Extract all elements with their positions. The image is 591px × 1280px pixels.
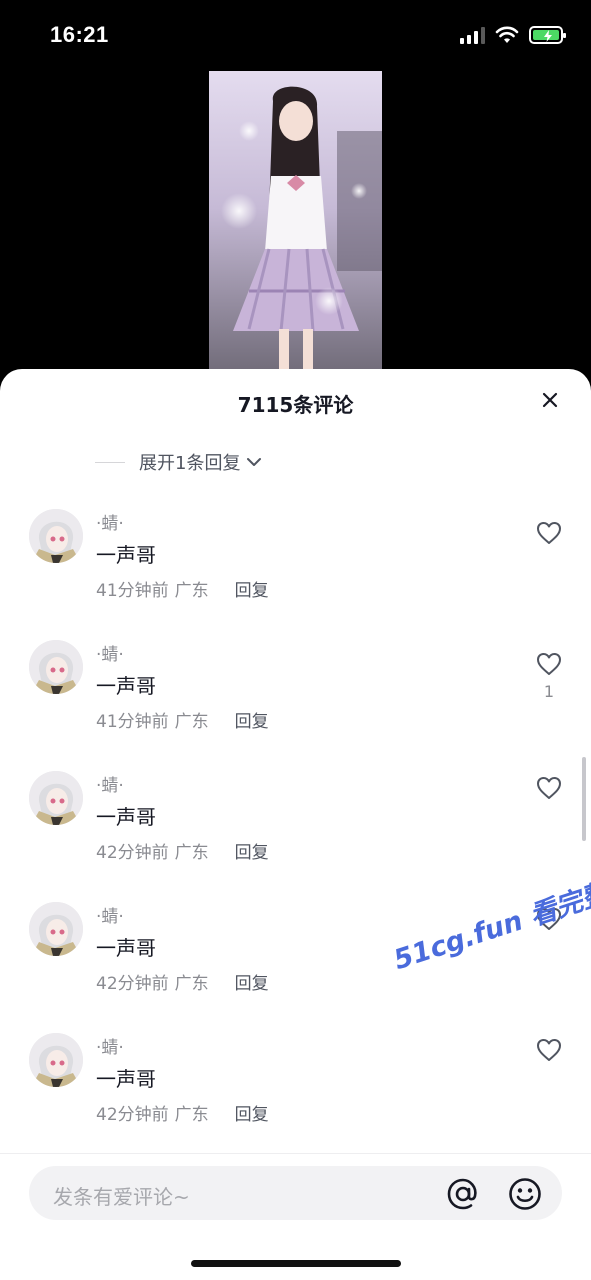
comment-text: 一声哥 [96,805,156,829]
comment-time: 41分钟前 [96,712,169,732]
heart-icon [537,522,561,544]
comment-text: 一声哥 [96,1067,156,1091]
comment-meta: 42分钟前 广东 回复 [96,969,269,994]
comment-meta: 41分钟前 广东 回复 [96,576,269,601]
mention-button[interactable] [446,1177,480,1211]
expand-replies-button[interactable]: 展开1条回复 [95,449,262,475]
heart-icon [537,1039,561,1061]
comment-username[interactable]: ·蜻· [96,509,124,534]
at-icon [447,1178,477,1210]
comment-count-title: 7115条评论 [237,393,354,417]
comment-text: 一声哥 [96,543,156,567]
comment-text: 一声哥 [96,936,156,960]
reply-button[interactable]: 回复 [235,1100,269,1125]
close-button[interactable] [537,387,563,413]
like-count: 1 [543,682,555,701]
comment-time: 41分钟前 [96,581,169,601]
heart-icon [537,653,561,675]
close-icon [542,392,558,408]
status-icons [460,26,566,44]
avatar[interactable] [29,902,83,956]
reply-button[interactable]: 回复 [235,969,269,994]
reply-button[interactable]: 回复 [235,707,269,732]
input-divider [0,1153,591,1154]
comment-meta: 42分钟前 广东 回复 [96,838,269,863]
reply-button[interactable]: 回复 [235,838,269,863]
comment-item: ·蜻· 一声哥 41分钟前 广东 回复 [0,509,591,619]
video-thumbnail[interactable] [209,71,382,376]
comment-meta: 41分钟前 广东 回复 [96,707,269,732]
avatar[interactable] [29,640,83,694]
emoji-button[interactable] [508,1177,542,1211]
sheet-header: 7115条评论 [0,369,591,431]
comment-sheet: 7115条评论 展开1条回复 ·蜻· 一声哥 41分钟前 广东 回复 ·蜻· 一… [0,369,591,1280]
like-button[interactable]: 1 [535,652,563,701]
video-figure-image [209,71,382,376]
like-button[interactable] [535,776,563,806]
comment-item: ·蜻· 一声哥 42分钟前 广东 回复 [0,1033,591,1143]
like-button[interactable] [535,1038,563,1068]
comment-username[interactable]: ·蜻· [96,771,124,796]
comment-item: ·蜻· 一声哥 42分钟前 广东 回复 [0,771,591,881]
comment-time: 42分钟前 [96,974,169,994]
comment-location: 广东 [174,712,209,732]
comment-username[interactable]: ·蜻· [96,640,124,665]
comment-meta: 42分钟前 广东 回复 [96,1100,269,1125]
comment-location: 广东 [174,581,209,601]
comment-username[interactable]: ·蜻· [96,1033,124,1058]
comment-input[interactable]: 发条有爱评论~ [29,1166,562,1220]
status-time: 16:21 [50,22,109,47]
chevron-down-icon [246,457,262,467]
comment-location: 广东 [174,974,209,994]
expand-divider [95,461,125,463]
expand-replies-label: 展开1条回复 [139,453,241,474]
comment-location: 广东 [174,843,209,863]
home-indicator[interactable] [191,1260,401,1267]
avatar[interactable] [29,1033,83,1087]
battery-level [533,30,559,42]
comment-time: 42分钟前 [96,1105,169,1125]
comment-username[interactable]: ·蜻· [96,902,124,927]
comment-time: 42分钟前 [96,843,169,863]
avatar[interactable] [29,509,83,563]
signal-icon [460,26,485,44]
comment-input-placeholder: 发条有爱评论~ [53,1185,190,1209]
comment-item: ·蜻· 一声哥 41分钟前 广东 回复 1 [0,640,591,750]
comment-location: 广东 [174,1105,209,1125]
status-bar: 16:21 [0,0,591,70]
comment-text: 一声哥 [96,674,156,698]
wifi-icon [495,26,519,43]
avatar[interactable] [29,771,83,825]
like-button[interactable] [535,521,563,551]
emoji-icon [509,1178,541,1210]
reply-button[interactable]: 回复 [235,576,269,601]
scrollbar[interactable] [582,757,586,841]
battery-icon [529,26,566,44]
heart-icon [537,777,561,799]
